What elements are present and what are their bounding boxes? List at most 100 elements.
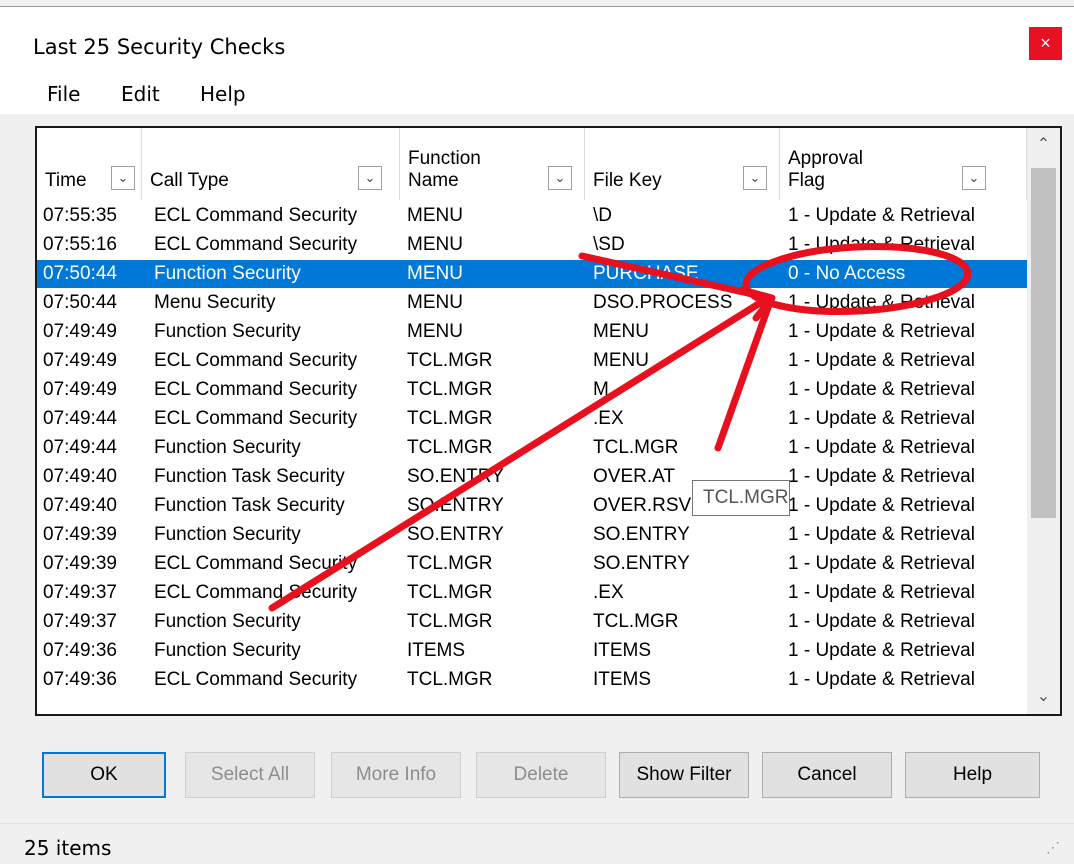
show-filter-button[interactable]: Show Filter <box>619 752 749 798</box>
menu-bar: File Edit Help <box>0 70 1074 114</box>
cell-file-key: \D <box>593 205 612 226</box>
table-row[interactable]: 07:49:37 Function Security TCL.MGR TCL.MGR 1… <box>37 608 1027 636</box>
resize-grip-icon[interactable]: ⋰ <box>1046 839 1060 856</box>
cell-approval-flag: 1 - Update & Retrieval <box>788 292 975 313</box>
cell-time: 07:49:39 <box>43 553 117 574</box>
cell-call-type: ECL Command Security <box>154 553 358 574</box>
cell-approval-flag: 1 - Update & Retrieval <box>788 640 975 661</box>
filter-dropdown-function-name[interactable]: ⌄ <box>548 166 572 190</box>
cell-approval-flag: 1 - Update & Retrieval <box>788 669 975 690</box>
chevron-down-icon: ⌄ <box>749 170 761 185</box>
cell-function-name: TCL.MGR <box>407 379 493 400</box>
filter-dropdown-approval-flag[interactable]: ⌄ <box>962 166 986 190</box>
vertical-scrollbar[interactable]: ⌃ ⌄ <box>1027 128 1060 714</box>
cell-function-name: MENU <box>407 234 463 255</box>
cell-file-key: TCL.MGR <box>593 437 679 458</box>
table-row[interactable]: 07:49:37 ECL Command Security TCL.MGR .EX 1 … <box>37 579 1027 607</box>
table-row[interactable]: 07:49:36 Function Security ITEMS ITEMS 1 - U… <box>37 637 1027 665</box>
table-row[interactable]: 07:55:16 ECL Command Security MENU \SD 1 - U… <box>37 231 1027 259</box>
delete-button: Delete <box>476 752 606 798</box>
cell-time: 07:55:16 <box>43 234 117 255</box>
cell-file-key: MENU <box>593 350 649 371</box>
column-header-approval-flag[interactable]: Approval Flag ⌄ <box>780 128 1027 200</box>
cell-file-key: DSO.PROCESS <box>593 292 733 313</box>
cell-call-type: Menu Security <box>154 292 276 313</box>
column-label-function: Function <box>408 148 481 169</box>
table-row[interactable]: 07:49:49 ECL Command Security TCL.MGR MENU 1… <box>37 347 1027 375</box>
cell-call-type: ECL Command Security <box>154 669 358 690</box>
scroll-thumb[interactable] <box>1031 168 1056 518</box>
table-row[interactable]: 07:49:39 ECL Command Security TCL.MGR SO.EN… <box>37 550 1027 578</box>
select-all-button: Select All <box>185 752 315 798</box>
column-label-file-key: File Key <box>593 170 662 191</box>
chevron-down-icon: ⌄ <box>364 170 376 185</box>
cell-approval-flag: 1 - Update & Retrieval <box>788 466 975 487</box>
close-button[interactable]: × <box>1029 27 1062 60</box>
cell-call-type: Function Security <box>154 611 301 632</box>
table-row[interactable]: 07:49:44 ECL Command Security TCL.MGR .EX 1 … <box>37 405 1027 433</box>
table-row[interactable]: 07:55:35 ECL Command Security MENU \D 1 - Up… <box>37 202 1027 230</box>
grid-header: Time ⌄ Call Type ⌄ Function Name ⌄ File K… <box>37 128 1027 200</box>
table-row[interactable]: 07:50:44 Menu Security MENU DSO.PROCESS 1 - … <box>37 289 1027 317</box>
filter-dropdown-file-key[interactable]: ⌄ <box>743 166 767 190</box>
menu-help[interactable]: Help <box>200 82 246 106</box>
column-header-call-type[interactable]: Call Type ⌄ <box>142 128 400 200</box>
chevron-down-icon: ⌄ <box>117 170 129 185</box>
cell-approval-flag: 1 - Update & Retrieval <box>788 553 975 574</box>
cell-function-name: SO.ENTRY <box>407 524 504 545</box>
table-row[interactable]: 07:49:39 Function Security SO.ENTRY SO.ENTR… <box>37 521 1027 549</box>
cell-file-key: ITEMS <box>593 669 652 690</box>
cell-function-name: SO.ENTRY <box>407 466 504 487</box>
cell-approval-flag: 1 - Update & Retrieval <box>788 495 975 516</box>
column-header-time[interactable]: Time ⌄ <box>37 128 142 200</box>
help-button[interactable]: Help <box>905 752 1040 798</box>
cell-approval-flag: 1 - Update & Retrieval <box>788 350 975 371</box>
cell-call-type: Function Task Security <box>154 495 345 516</box>
cell-function-name: TCL.MGR <box>407 437 493 458</box>
cell-file-key: SO.ENTRY <box>593 524 690 545</box>
cell-approval-flag: 1 - Update & Retrieval <box>788 408 975 429</box>
filter-dropdown-time[interactable]: ⌄ <box>111 166 135 190</box>
cell-function-name: MENU <box>407 321 463 342</box>
filter-dropdown-call-type[interactable]: ⌄ <box>358 166 382 190</box>
cell-file-key: SO.ENTRY <box>593 553 690 574</box>
cell-call-type: Function Task Security <box>154 466 345 487</box>
table-row[interactable]: 07:49:36 ECL Command Security TCL.MGR ITEMS… <box>37 666 1027 694</box>
chevron-down-icon: ⌄ <box>554 170 566 185</box>
table-row[interactable]: 07:49:40 Function Task Security SO.ENTRY OV… <box>37 463 1027 491</box>
cell-time: 07:49:40 <box>43 466 117 487</box>
table-row[interactable]: 07:49:40 Function Task Security SO.ENTRY OV… <box>37 492 1027 520</box>
cancel-button[interactable]: Cancel <box>762 752 892 798</box>
security-checks-window: Last 25 Security Checks × File Edit Help… <box>0 0 1074 864</box>
menu-file[interactable]: File <box>47 82 80 106</box>
column-label-time: Time <box>45 170 87 191</box>
scroll-up-icon[interactable]: ⌃ <box>1027 130 1060 160</box>
ok-button[interactable]: OK <box>42 752 166 798</box>
table-row[interactable]: 07:49:49 Function Security MENU MENU 1 - Upd… <box>37 318 1027 346</box>
table-row[interactable]: 07:50:44 Function Security MENU PURCHASE 0 -… <box>37 260 1027 288</box>
column-label-name: Name <box>408 170 459 191</box>
cell-time: 07:49:49 <box>43 379 117 400</box>
cell-time: 07:49:37 <box>43 582 117 603</box>
table-row[interactable]: 07:49:44 Function Security TCL.MGR TCL.MGR 1… <box>37 434 1027 462</box>
column-header-file-key[interactable]: File Key ⌄ <box>585 128 780 200</box>
cell-call-type: Function Security <box>154 640 301 661</box>
column-header-function-name[interactable]: Function Name ⌄ <box>400 128 585 200</box>
cell-approval-flag: 1 - Update & Retrieval <box>788 234 975 255</box>
cell-function-name: MENU <box>407 205 463 226</box>
cell-approval-flag: 1 - Update & Retrieval <box>788 321 975 342</box>
scroll-down-icon[interactable]: ⌄ <box>1027 682 1060 712</box>
security-checks-grid[interactable]: Time ⌄ Call Type ⌄ Function Name ⌄ File K… <box>35 126 1062 716</box>
status-bar: 25 items ⋰ <box>0 823 1074 864</box>
cell-call-type: Function Security <box>154 321 301 342</box>
cell-file-key: TCL.MGR <box>593 611 679 632</box>
cell-call-type: ECL Command Security <box>154 582 358 603</box>
column-label-approval: Approval <box>788 148 863 169</box>
cell-function-name: TCL.MGR <box>407 611 493 632</box>
cell-function-name: ITEMS <box>407 640 466 661</box>
table-row[interactable]: 07:49:49 ECL Command Security TCL.MGR M 1 - … <box>37 376 1027 404</box>
column-label-flag: Flag <box>788 170 825 191</box>
title-bar: Last 25 Security Checks <box>0 7 1074 70</box>
menu-edit[interactable]: Edit <box>121 82 160 106</box>
cell-file-key: \SD <box>593 234 625 255</box>
